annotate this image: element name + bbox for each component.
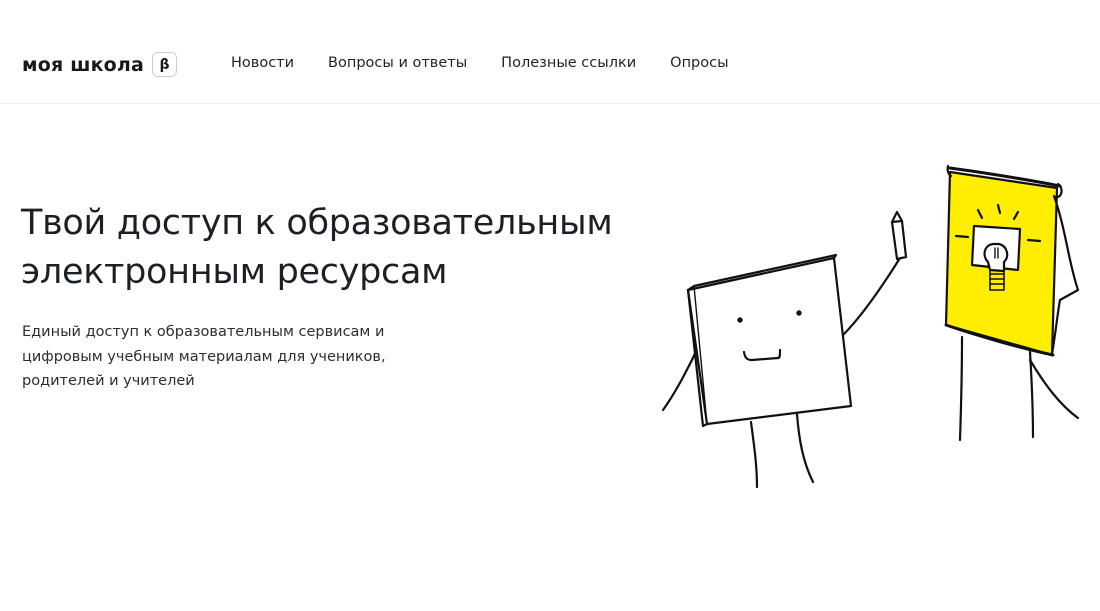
hero-subtitle-line-3: родителей и учителей: [22, 373, 195, 389]
beta-badge: β: [152, 52, 178, 77]
site-header: моя школа β Новости Вопросы и ответы Пол…: [0, 0, 1100, 104]
hero-title-line-1: Твой доступ к образовательным: [21, 203, 613, 243]
main-nav: Новости Вопросы и ответы Полезные ссылки…: [231, 55, 763, 71]
hero-illustration: [661, 164, 1080, 489]
hero-subtitle-line-1: Единый доступ к образовательным сервисам…: [22, 324, 385, 340]
hero-subtitle-line-2: цифровым учебным материалам для учеников…: [22, 348, 386, 365]
hero-title-line-2: электронным ресурсам: [21, 252, 448, 292]
flipchart-illustration: [944, 164, 1080, 442]
nav-item-news[interactable]: Новости: [231, 55, 294, 71]
nav-item-useful-links[interactable]: Полезные ссылки: [501, 55, 636, 71]
nav-item-surveys[interactable]: Опросы: [670, 55, 728, 71]
logo-text: моя школа: [22, 53, 145, 76]
logo-link[interactable]: моя школа β: [22, 52, 178, 77]
nav-item-faq[interactable]: Вопросы и ответы: [328, 55, 467, 71]
hero-subtitle: Единый доступ к образовательным сервисам…: [22, 320, 422, 394]
hero-title: Твой доступ к образовательным электронны…: [21, 199, 681, 297]
square-character-illustration: [661, 210, 908, 489]
